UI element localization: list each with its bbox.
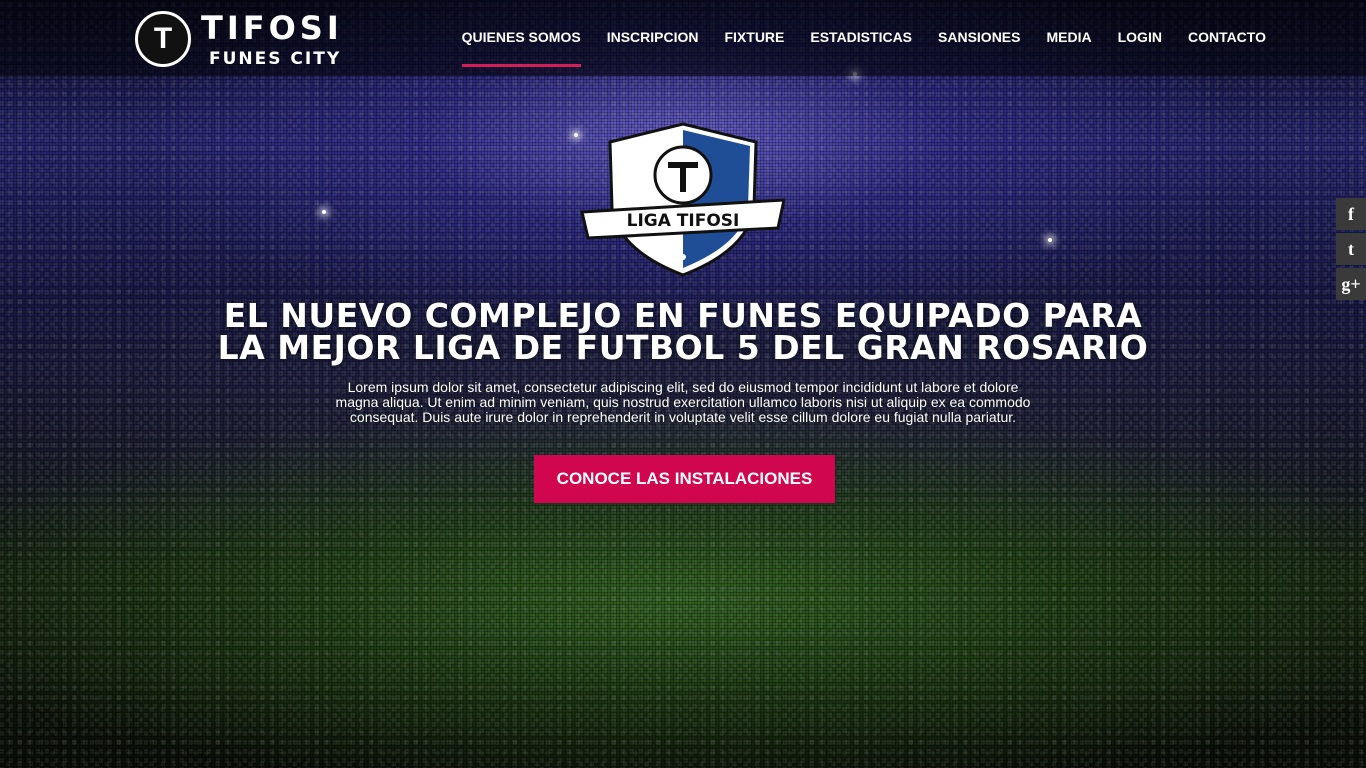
nav-media[interactable]: MEDIA <box>1046 29 1091 61</box>
nav-quienes-somos[interactable]: QUIENES SOMOS <box>461 29 581 67</box>
soccer-ball-logo-icon: T <box>135 11 191 67</box>
nav-contacto[interactable]: CONTACTO <box>1188 29 1266 61</box>
liga-tifosi-shield-icon: LIGA TIFOSI <box>580 122 786 277</box>
light-flare <box>322 210 326 214</box>
nav-login[interactable]: LOGIN <box>1118 29 1162 61</box>
badge-text: LIGA TIFOSI <box>627 211 740 231</box>
hero-description: Lorem ipsum dolor sit amet, consectetur … <box>335 379 1031 425</box>
hero-title: EL NUEVO COMPLEJO EN FUNES EQUIPADO PARA… <box>217 296 1149 367</box>
top-navbar: T TIFOSI FUNES CITY QUIENES SOMOS INSCRI… <box>0 0 1366 76</box>
main-nav: QUIENES SOMOS INSCRIPCION FIXTURE ESTADI… <box>461 29 1266 67</box>
light-flare <box>1048 238 1052 242</box>
site-logo[interactable]: T TIFOSI FUNES CITY <box>135 9 365 69</box>
facebook-icon[interactable]: f <box>1336 198 1366 230</box>
conoce-instalaciones-button[interactable]: CONOCE LAS INSTALACIONES <box>534 455 835 503</box>
nav-sansiones[interactable]: SANSIONES <box>938 29 1020 61</box>
nav-inscripcion[interactable]: INSCRIPCION <box>607 29 699 61</box>
nav-fixture[interactable]: FIXTURE <box>724 29 784 61</box>
twitter-icon[interactable]: t <box>1336 233 1366 265</box>
nav-estadisticas[interactable]: ESTADISTICAS <box>810 29 912 61</box>
brand-subtitle: FUNES CITY <box>209 49 342 69</box>
brand-title: TIFOSI <box>201 9 343 47</box>
social-sidebar: f t g+ <box>1336 198 1366 303</box>
google-plus-icon[interactable]: g+ <box>1336 268 1366 300</box>
